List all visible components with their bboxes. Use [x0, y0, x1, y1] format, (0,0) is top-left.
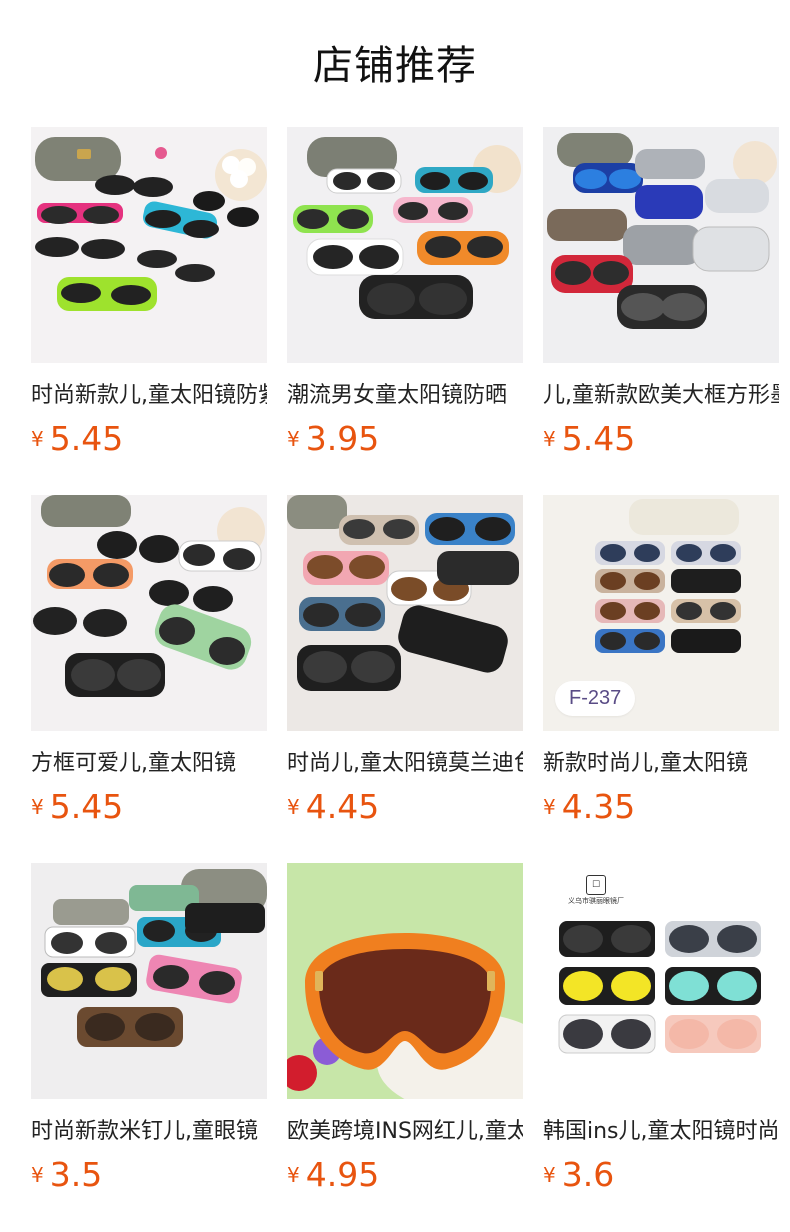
product-price: ¥5.45: [543, 417, 635, 461]
product-card[interactable]: 潮流男女童太阳镜防晒 ¥3.95: [287, 127, 523, 458]
price-value: 3.95: [305, 419, 380, 458]
product-card[interactable]: 时尚儿,童太阳镜莫兰迪色 ¥4.45: [287, 495, 523, 826]
product-card[interactable]: 儿,童新款欧美大框方形墨镜 ¥5.45: [543, 127, 779, 458]
product-name[interactable]: 时尚儿,童太阳镜莫兰迪色: [287, 749, 523, 779]
section-title: 店铺推荐: [313, 43, 477, 89]
product-card[interactable]: 时尚新款儿,童太阳镜防紫外线 ¥5.45: [31, 127, 267, 458]
product-name[interactable]: 新款时尚儿,童太阳镜: [543, 749, 779, 779]
product-price: ¥3.5: [31, 1153, 102, 1197]
product-image[interactable]: [287, 495, 523, 731]
price-value: 3.5: [49, 1155, 103, 1194]
sunglasses-assortment-image: [31, 495, 267, 731]
product-name[interactable]: 潮流男女童太阳镜防晒: [287, 381, 523, 411]
product-name[interactable]: 儿,童新款欧美大框方形墨镜: [543, 381, 779, 411]
product-name[interactable]: 欧美跨境INS网红儿,童太阳镜: [287, 1117, 523, 1147]
product-price: ¥5.45: [31, 417, 123, 461]
brand-mark: ☐ 义乌市骐丽眼镜厂: [561, 875, 631, 906]
currency-symbol: ¥: [287, 795, 300, 819]
product-image[interactable]: [31, 495, 267, 731]
product-image[interactable]: [31, 863, 267, 1099]
product-image[interactable]: [287, 127, 523, 363]
price-value: 4.95: [305, 1155, 380, 1194]
sunglasses-assortment-image: [31, 863, 267, 1099]
product-name[interactable]: 时尚新款米钉儿,童眼镜: [31, 1117, 267, 1147]
product-image[interactable]: [31, 127, 267, 363]
product-name[interactable]: 韩国ins儿,童太阳镜时尚: [543, 1117, 779, 1147]
currency-symbol: ¥: [31, 1163, 44, 1187]
currency-symbol: ¥: [543, 795, 556, 819]
product-card[interactable]: 欧美跨境INS网红儿,童太阳镜 ¥4.95: [287, 863, 523, 1194]
price-value: 3.6: [561, 1155, 615, 1194]
model-badge: F-237: [555, 681, 636, 716]
price-value: 4.35: [561, 787, 636, 826]
product-price: ¥4.45: [287, 785, 379, 829]
product-card[interactable]: 方框可爱儿,童太阳镜 ¥5.45: [31, 495, 267, 826]
currency-symbol: ¥: [31, 795, 44, 819]
currency-symbol: ¥: [287, 1163, 300, 1187]
product-card[interactable]: F-237 新款时尚儿,童太阳镜 ¥4.35: [543, 495, 779, 826]
product-image[interactable]: ☐ 义乌市骐丽眼镜厂: [543, 863, 779, 1099]
product-name[interactable]: 时尚新款儿,童太阳镜防紫外线: [31, 381, 267, 411]
product-image[interactable]: [543, 127, 779, 363]
sunglasses-assortment-image: [287, 127, 523, 363]
product-name[interactable]: 方框可爱儿,童太阳镜: [31, 749, 267, 779]
product-card[interactable]: 时尚新款米钉儿,童眼镜 ¥3.5: [31, 863, 267, 1194]
currency-symbol: ¥: [287, 427, 300, 451]
currency-symbol: ¥: [543, 427, 556, 451]
sunglasses-assortment-image: [543, 127, 779, 363]
price-value: 4.45: [305, 787, 380, 826]
sunglasses-assortment-image: [287, 495, 523, 731]
price-value: 5.45: [49, 419, 124, 458]
product-price: ¥4.35: [543, 785, 635, 829]
product-price: ¥4.95: [287, 1153, 379, 1197]
currency-symbol: ¥: [543, 1163, 556, 1187]
product-image[interactable]: F-237: [543, 495, 779, 731]
price-value: 5.45: [49, 787, 124, 826]
product-price: ¥3.6: [543, 1153, 614, 1197]
sunglasses-single-image: [287, 863, 523, 1099]
product-price: ¥5.45: [31, 785, 123, 829]
product-card[interactable]: ☐ 义乌市骐丽眼镜厂 韩国ins儿,童太阳镜时尚 ¥3.6: [543, 863, 779, 1194]
product-price: ¥3.95: [287, 417, 379, 461]
price-value: 5.45: [561, 419, 636, 458]
brand-caption: 义乌市骐丽眼镜厂: [568, 897, 624, 905]
product-image[interactable]: [287, 863, 523, 1099]
brand-logo-icon: ☐: [586, 875, 606, 895]
sunglasses-assortment-image: [31, 127, 267, 363]
currency-symbol: ¥: [31, 427, 44, 451]
